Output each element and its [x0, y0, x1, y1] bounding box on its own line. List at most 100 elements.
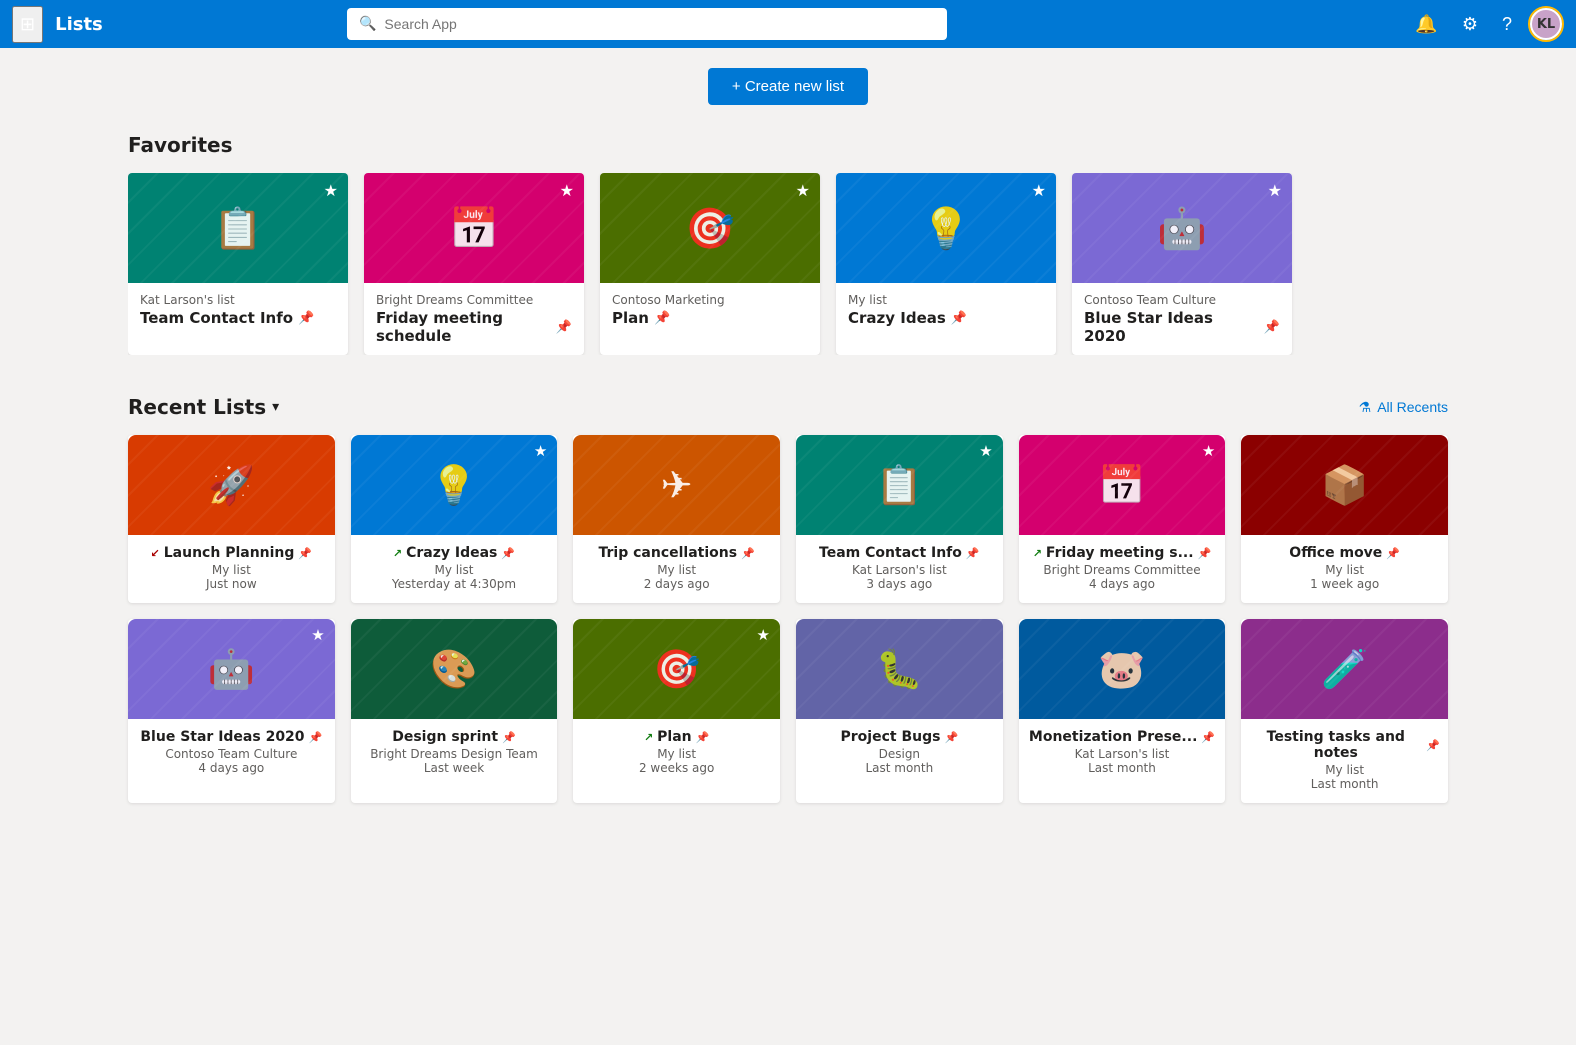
recent-card[interactable]: 📦 Office move 📌 My list 1 week ago: [1241, 435, 1448, 603]
recent-card-image-4: ★ 📅: [1019, 435, 1226, 535]
recent-card[interactable]: 🐷 Monetization Prese... 📌 Kat Larson's l…: [1019, 619, 1226, 803]
star-icon: ★: [1268, 181, 1282, 200]
favorites-card[interactable]: ★ 🎯 Contoso Marketing Plan 📌: [600, 173, 820, 355]
share-icon: 📌: [298, 547, 312, 560]
recent-card-time: 4 days ago: [1089, 577, 1155, 591]
star-icon: ★: [311, 626, 324, 644]
recent-card[interactable]: 🐛 Project Bugs 📌 Design Last month: [796, 619, 1003, 803]
recent-card-image-6: ★ 🤖: [128, 619, 335, 719]
fav-card-image-2: ★ 🎯: [600, 173, 820, 283]
fav-card-owner: Contoso Team Culture: [1084, 293, 1280, 307]
share-icon: 📌: [502, 731, 516, 744]
recent-card[interactable]: ★ 🤖 Blue Star Ideas 2020 📌 Contoso Team …: [128, 619, 335, 803]
star-icon: ★: [1202, 442, 1215, 460]
fav-card-body: Contoso Team Culture Blue Star Ideas 202…: [1072, 283, 1292, 355]
recent-card-image-9: 🐛: [796, 619, 1003, 719]
fav-card-name: Team Contact Info 📌: [140, 309, 336, 327]
recent-card-image-8: ★ 🎯: [573, 619, 780, 719]
share-icon: 📌: [696, 731, 710, 744]
search-input[interactable]: [384, 16, 935, 32]
recent-card[interactable]: ★ 📅 ↗Friday meeting s... 📌 Bright Dreams…: [1019, 435, 1226, 603]
fav-card-image-4: ★ 🤖: [1072, 173, 1292, 283]
recent-chevron-icon[interactable]: ▾: [272, 399, 279, 415]
recent-card-time: Last week: [424, 761, 484, 775]
pin-icon: 📌: [556, 320, 572, 335]
fav-card-image-0: ★ 📋: [128, 173, 348, 283]
star-icon: ★: [796, 181, 810, 200]
app-title: Lists: [55, 14, 103, 35]
trend-down-icon: ↙: [151, 547, 160, 560]
recent-card[interactable]: 🎨 Design sprint 📌 Bright Dreams Design T…: [351, 619, 558, 803]
fav-card-owner: Kat Larson's list: [140, 293, 336, 307]
pin-icon: 📌: [1264, 320, 1280, 335]
fav-card-body: Contoso Marketing Plan 📌: [600, 283, 820, 337]
search-icon: 🔍: [359, 16, 376, 32]
recent-card-name: Team Contact Info 📌: [811, 545, 988, 561]
recent-card-image-3: ★ 📋: [796, 435, 1003, 535]
recent-card-image-7: 🎨: [351, 619, 558, 719]
favorites-card[interactable]: ★ 📋 Kat Larson's list Team Contact Info …: [128, 173, 348, 355]
trend-up-icon: ↗: [1033, 547, 1042, 560]
star-icon: ★: [534, 442, 547, 460]
recent-card[interactable]: ★ 💡 ↗Crazy Ideas 📌 My list Yesterday at …: [351, 435, 558, 603]
search-bar: 🔍: [347, 8, 947, 40]
recent-card-owner: Kat Larson's list: [852, 563, 947, 577]
recent-card-image-5: 📦: [1241, 435, 1448, 535]
pin-icon: 📌: [298, 311, 314, 326]
recent-card-owner: My list: [1325, 563, 1364, 577]
waffle-menu-button[interactable]: ⊞: [12, 6, 43, 43]
recent-card-time: 4 days ago: [198, 761, 264, 775]
share-icon: 📌: [1198, 547, 1212, 560]
recent-card[interactable]: 🚀 ↙Launch Planning 📌 My list Just now: [128, 435, 335, 603]
fav-card-owner: Bright Dreams Committee: [376, 293, 572, 307]
fav-card-owner: My list: [848, 293, 1044, 307]
recent-card-time: Last month: [1311, 777, 1379, 791]
favorites-card[interactable]: ★ 📅 Bright Dreams Committee Friday meeti…: [364, 173, 584, 355]
fav-card-name: Plan 📌: [612, 309, 808, 327]
notifications-button[interactable]: 🔔: [1407, 8, 1445, 41]
fav-card-body: Bright Dreams Committee Friday meeting s…: [364, 283, 584, 355]
recent-card-time: Last month: [865, 761, 933, 775]
share-icon: 📌: [966, 547, 980, 560]
fav-card-image-3: ★ 💡: [836, 173, 1056, 283]
recent-card-owner: Bright Dreams Committee: [1043, 563, 1200, 577]
recent-card-owner: My list: [435, 563, 474, 577]
recent-card[interactable]: ★ 📋 Team Contact Info 📌 Kat Larson's lis…: [796, 435, 1003, 603]
favorites-card[interactable]: ★ 🤖 Contoso Team Culture Blue Star Ideas…: [1072, 173, 1292, 355]
favorites-title: Favorites: [128, 133, 1448, 157]
all-recents-button[interactable]: ⚗ All Recents: [1359, 399, 1448, 416]
fav-card-body: My list Crazy Ideas 📌: [836, 283, 1056, 337]
avatar: KL: [1530, 8, 1562, 40]
recent-title: Recent Lists: [128, 395, 266, 419]
favorites-card[interactable]: ★ 💡 My list Crazy Ideas 📌: [836, 173, 1056, 355]
fav-card-owner: Contoso Marketing: [612, 293, 808, 307]
create-new-list-button[interactable]: + Create new list: [708, 68, 868, 105]
star-icon: ★: [324, 181, 338, 200]
user-avatar-button[interactable]: KL: [1528, 6, 1564, 42]
recent-card-time: 1 week ago: [1310, 577, 1379, 591]
help-button[interactable]: ?: [1494, 8, 1520, 41]
recent-card-owner: My list: [657, 563, 696, 577]
recent-card-time: 2 days ago: [644, 577, 710, 591]
fav-card-name: Friday meeting schedule 📌: [376, 309, 572, 345]
recent-card[interactable]: 🧪 Testing tasks and notes 📌 My list Last…: [1241, 619, 1448, 803]
trend-up-icon: ↗: [393, 547, 402, 560]
recent-card-image-2: ✈: [573, 435, 780, 535]
recent-card[interactable]: ✈ Trip cancellations 📌 My list 2 days ag…: [573, 435, 780, 603]
recent-card-owner: Contoso Team Culture: [165, 747, 297, 761]
share-icon: 📌: [501, 547, 515, 560]
pin-icon: 📌: [951, 311, 967, 326]
recent-section-header-left: Recent Lists ▾: [128, 395, 279, 419]
pin-icon: 📌: [654, 311, 670, 326]
fav-card-image-1: ★ 📅: [364, 173, 584, 283]
settings-button[interactable]: ⚙: [1454, 8, 1486, 41]
star-icon: ★: [979, 442, 992, 460]
recent-card[interactable]: ★ 🎯 ↗Plan 📌 My list 2 weeks ago: [573, 619, 780, 803]
recent-card-name: Design sprint 📌: [384, 729, 524, 745]
share-icon: 📌: [309, 731, 323, 744]
recent-card-owner: Bright Dreams Design Team: [370, 747, 538, 761]
recent-card-image-11: 🧪: [1241, 619, 1448, 719]
filter-icon: ⚗: [1359, 399, 1372, 416]
recent-card-name: ↗Friday meeting s... 📌: [1025, 545, 1220, 561]
all-recents-label: All Recents: [1377, 399, 1448, 415]
